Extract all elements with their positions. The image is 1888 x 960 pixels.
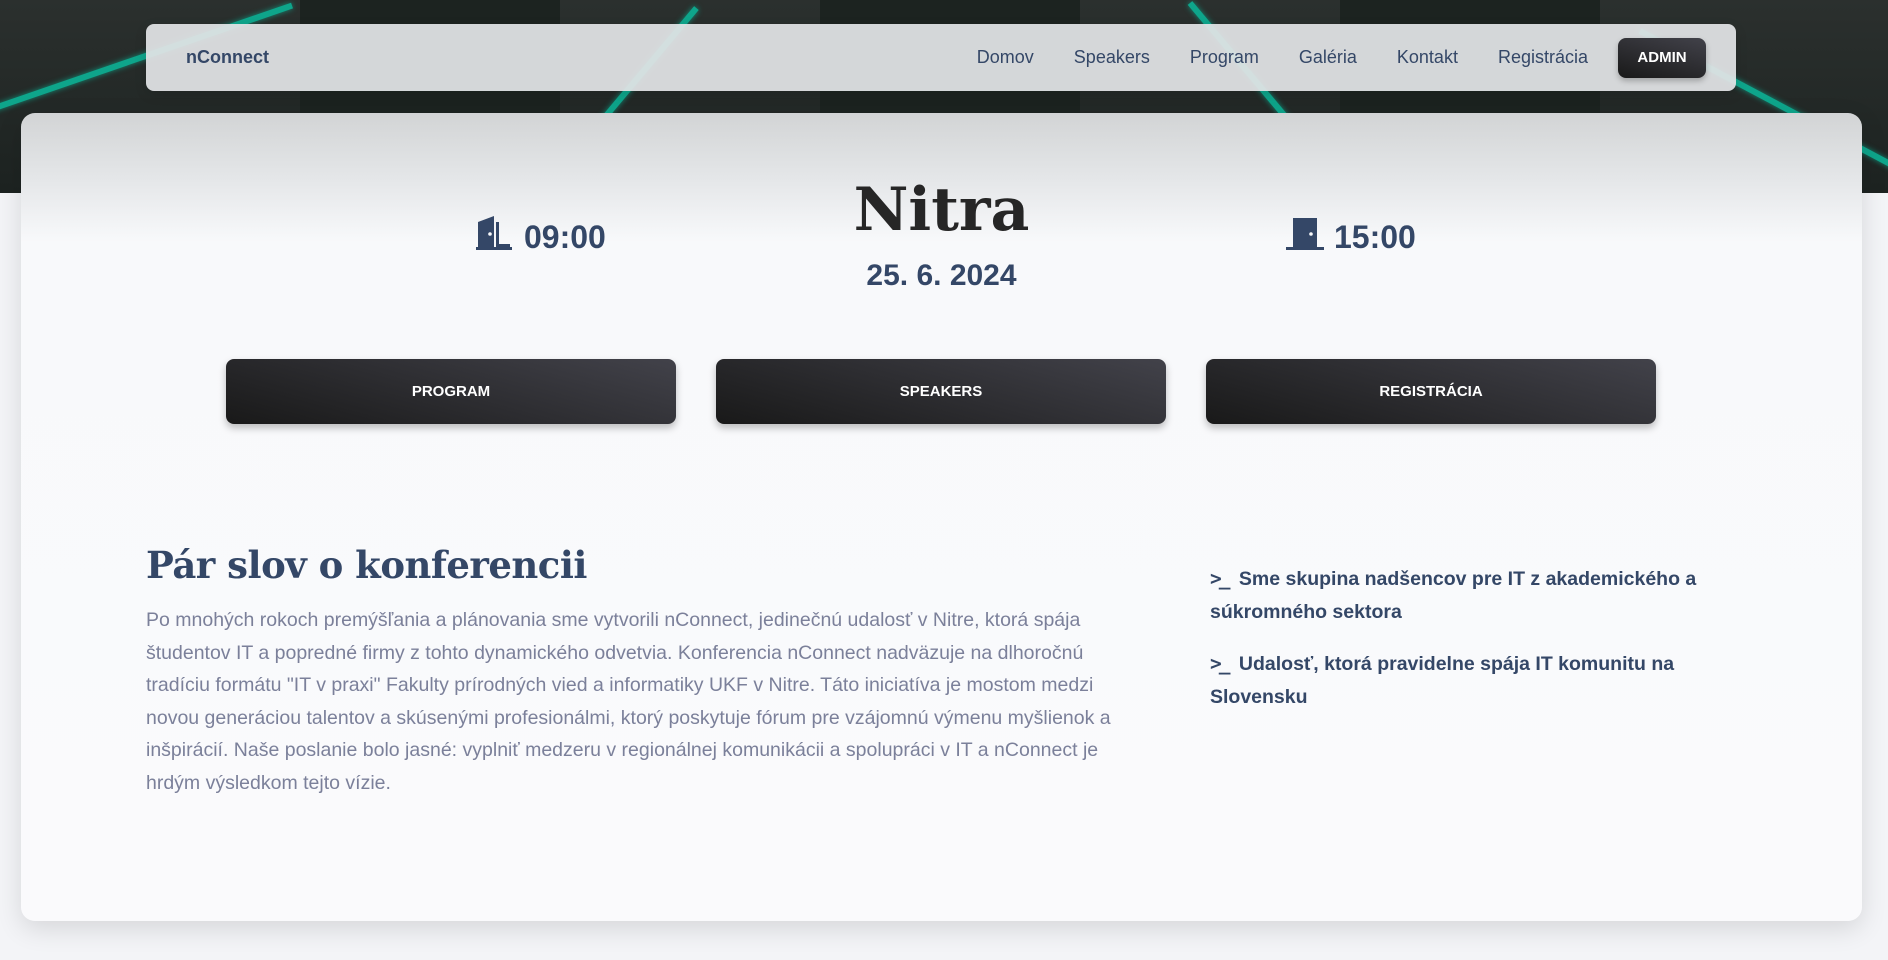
main-card: 09:00 Nitra 25. 6. 2024 15:00 PROGRAM SP… (21, 113, 1862, 921)
event-city: Nitra (853, 175, 1030, 245)
door-closed-icon (1286, 216, 1334, 258)
feature-text: Sme skupina nadšencov pre IT z akademick… (1210, 568, 1697, 623)
top-navbar: nConnect Domov Speakers Program Galéria … (146, 24, 1736, 91)
nav-link-domov[interactable]: Domov (977, 47, 1034, 68)
terminal-prompt-icon: >_ (1210, 567, 1231, 590)
feature-text: Udalosť, ktorá pravidelne spája IT komun… (1210, 653, 1675, 708)
speakers-button[interactable]: SPEAKERS (716, 359, 1166, 424)
nav-link-registracia[interactable]: Registrácia (1498, 47, 1588, 68)
admin-button[interactable]: ADMIN (1618, 37, 1706, 78)
end-time-value: 15:00 (1334, 218, 1416, 255)
nav-link-galeria[interactable]: Galéria (1299, 47, 1357, 68)
brand-logo[interactable]: nConnect (186, 47, 269, 68)
terminal-prompt-icon: >_ (1210, 652, 1231, 675)
about-title: Pár slov o konferencii (146, 543, 587, 587)
nav-link-program[interactable]: Program (1190, 47, 1259, 68)
nav-link-speakers[interactable]: Speakers (1074, 47, 1150, 68)
feature-item: >_ Udalosť, ktorá pravidelne spája IT ko… (1210, 647, 1710, 714)
end-time: 15:00 (1286, 216, 1416, 258)
about-text: Po mnohých rokoch premýšľania a plánovan… (146, 609, 1111, 794)
program-button[interactable]: PROGRAM (226, 359, 676, 424)
registration-button[interactable]: REGISTRÁCIA (1206, 359, 1656, 424)
nav-links: Domov Speakers Program Galéria Kontakt R… (937, 37, 1706, 78)
event-date: 25. 6. 2024 (866, 259, 1017, 292)
feature-item: >_ Sme skupina nadšencov pre IT z akadem… (1210, 562, 1710, 629)
nav-link-kontakt[interactable]: Kontakt (1397, 47, 1458, 68)
